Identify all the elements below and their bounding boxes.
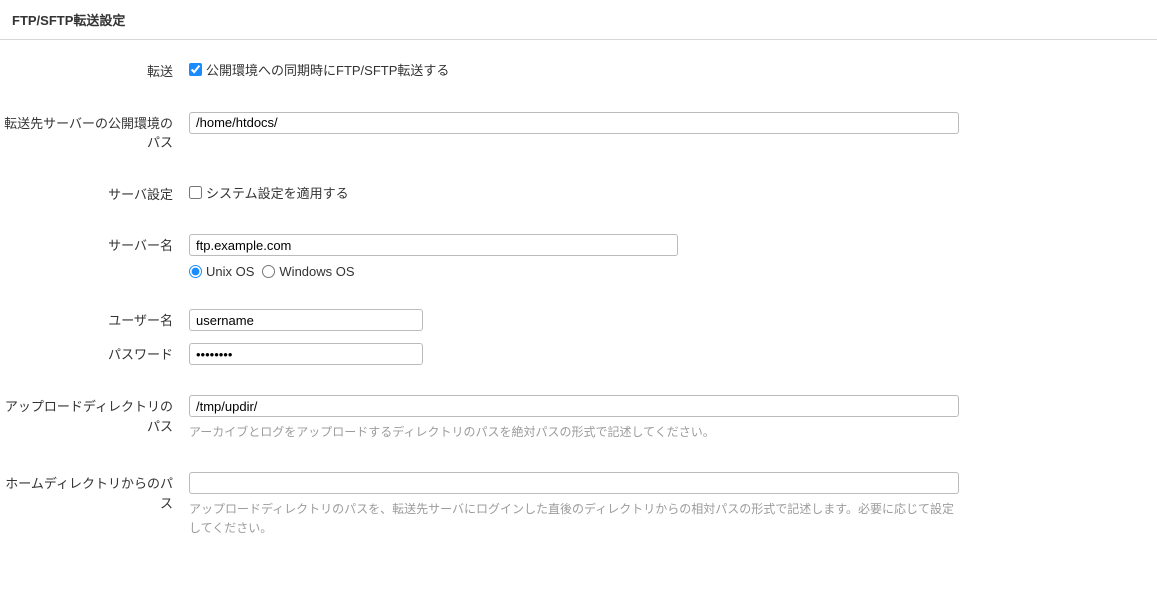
- label-transfer: 転送: [0, 60, 183, 82]
- form-area: 転送 公開環境への同期時にFTP/SFTP転送する 転送先サーバーの公開環境のパ…: [0, 40, 1157, 599]
- section-title: FTP/SFTP転送設定: [0, 0, 1157, 40]
- label-username: ユーザー名: [0, 309, 183, 331]
- input-upload-dir[interactable]: [189, 395, 959, 417]
- input-server-path[interactable]: [189, 112, 959, 134]
- help-home-dir: アップロードディレクトリのパスを、転送先サーバにログインした直後のディレクトリか…: [189, 500, 959, 538]
- radio-unix-os[interactable]: [189, 265, 202, 278]
- input-server-name[interactable]: [189, 234, 678, 256]
- radio-windows-os-label: Windows OS: [279, 264, 354, 279]
- radio-windows-os[interactable]: [262, 265, 275, 278]
- label-upload-dir: アップロードディレクトリのパス: [0, 395, 183, 436]
- checkbox-server-settings[interactable]: [189, 186, 202, 199]
- label-server-name: サーバー名: [0, 234, 183, 256]
- checkbox-transfer-label: 公開環境への同期時にFTP/SFTP転送する: [206, 60, 449, 79]
- input-home-dir[interactable]: [189, 472, 959, 494]
- checkbox-transfer[interactable]: [189, 63, 202, 76]
- input-password[interactable]: [189, 343, 423, 365]
- help-upload-dir: アーカイブとログをアップロードするディレクトリのパスを絶対パスの形式で記述してく…: [189, 423, 959, 442]
- label-password: パスワード: [0, 343, 183, 365]
- label-server-path: 転送先サーバーの公開環境のパス: [0, 112, 183, 153]
- input-username[interactable]: [189, 309, 423, 331]
- radio-unix-os-label: Unix OS: [206, 264, 254, 279]
- label-server-settings: サーバ設定: [0, 183, 183, 205]
- checkbox-server-settings-label: システム設定を適用する: [206, 183, 349, 202]
- label-home-dir: ホームディレクトリからのパス: [0, 472, 183, 513]
